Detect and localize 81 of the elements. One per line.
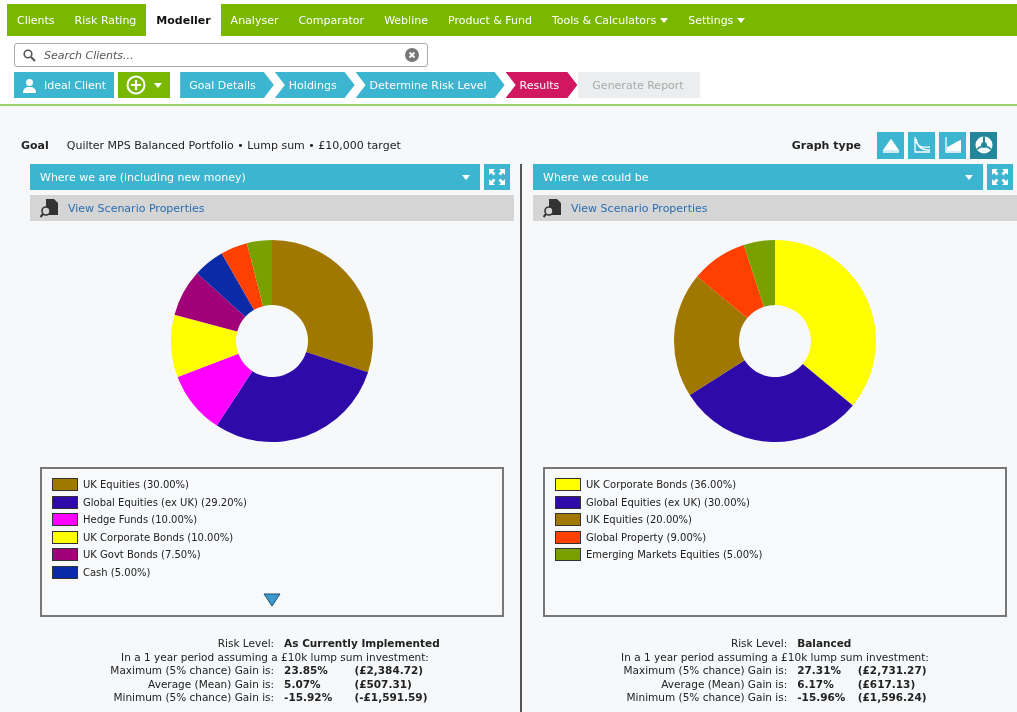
scenario-dropdown[interactable]: Where we are (including new money) [30, 164, 480, 190]
nav-tab[interactable]: Settings [678, 4, 756, 36]
legend-label: Cash (5.00%) [83, 566, 151, 578]
graph-type-button[interactable] [939, 131, 966, 159]
stat-amount: (£2,384.72) [354, 664, 425, 678]
period-text: In a 1 year period assuming a £10k lump sum investment: [120, 650, 430, 664]
stat-percent: -15.92% [284, 691, 334, 705]
legend-label: Global Equities (ex UK) (30.00%) [586, 496, 750, 508]
risk-level-value: Balanced [797, 637, 853, 651]
risk-level-label: Risk Level: [216, 637, 275, 651]
nav-tab[interactable]: Comparator [288, 4, 375, 36]
caret-icon [965, 174, 973, 180]
area-chart-icon [943, 136, 962, 154]
expand-button[interactable] [987, 164, 1013, 190]
scenario-properties-link[interactable]: View Scenario Properties [68, 201, 205, 215]
stat-label: Minimum (5% chance) Gain is: [112, 691, 275, 705]
stat-percent: -15.96% [797, 691, 847, 705]
stat-label: Average (Mean) Gain is: [147, 677, 275, 691]
stat-percent: 27.31% [797, 664, 842, 678]
search-input[interactable]: Search Clients... [42, 47, 399, 63]
nav-tab[interactable]: Product & Fund [437, 4, 542, 36]
stat-label: Minimum (5% chance) Gain is: [625, 691, 788, 705]
stat-label: Maximum (5% chance) Gain is: [622, 664, 788, 678]
stat-amount: (£507.31) [354, 677, 413, 691]
legend-label: Emerging Markets Equities (5.00%) [586, 549, 763, 561]
legend-label: UK Equities (30.00%) [83, 479, 189, 491]
plus-circle-icon [126, 75, 147, 95]
legend-label: UK Govt Bonds (7.50%) [83, 549, 201, 561]
nav-tab[interactable]: Modeller [146, 4, 221, 36]
step-tab[interactable]: Holdings [274, 72, 355, 98]
curves-chart-icon [912, 136, 931, 154]
scenario-properties-link[interactable]: View Scenario Properties [571, 201, 708, 215]
add-button[interactable] [118, 72, 171, 98]
stat-label: Maximum (5% chance) Gain is: [110, 664, 275, 678]
stat-label: Average (Mean) Gain is: [660, 677, 788, 691]
graph-type-button[interactable] [877, 131, 904, 159]
legend-label: UK Corporate Bonds (10.00%) [83, 531, 234, 543]
stat-percent: 6.17% [797, 677, 835, 691]
legend-label: Global Property (9.00%) [586, 531, 707, 543]
caret-icon [660, 17, 669, 23]
nav-tab[interactable]: Analyser [220, 4, 289, 36]
step-tab[interactable]: Determine Risk Level [355, 72, 505, 98]
legend-label: UK Corporate Bonds (36.00%) [586, 479, 737, 491]
graph-type-button[interactable] [908, 131, 935, 159]
stat-percent: 23.85% [284, 664, 329, 678]
nav-tab[interactable]: Webline [374, 4, 438, 36]
caret-icon [154, 82, 163, 88]
stat-amount: (£617.13) [857, 677, 917, 691]
goal-label: Goal [21, 138, 49, 152]
scroll-down-icon[interactable] [263, 593, 281, 607]
caret-icon [462, 174, 470, 180]
legend-label: UK Equities (20.00%) [586, 514, 692, 526]
clear-icon[interactable] [405, 48, 419, 62]
stat-amount: (£2,731.27) [857, 664, 928, 678]
step-tab[interactable]: Results [505, 72, 578, 98]
scenario-dropdown[interactable]: Where we could be [533, 164, 983, 190]
goal-value: Quilter MPS Balanced Portfolio • Lump sum • £10,000 target [66, 138, 401, 152]
person-icon [22, 77, 37, 93]
step-tab[interactable]: Goal Details [180, 72, 274, 98]
graph-type-button[interactable] [970, 131, 997, 159]
legend-label: Hedge Funds (10.00%) [83, 514, 198, 526]
legend-label: Global Equities (ex UK) (29.20%) [83, 496, 247, 508]
risk-level-label: Risk Level: [729, 637, 788, 651]
graph-type-label: Graph type [791, 138, 861, 152]
caret-icon [737, 17, 746, 23]
stat-percent: 5.07% [284, 677, 322, 691]
stat-amount: (£1,596.24) [857, 691, 928, 705]
nav-tab[interactable]: Tools & Calculators [541, 4, 679, 36]
pie-chart-icon [973, 135, 994, 155]
search-icon [23, 48, 36, 62]
search-field[interactable]: Search Clients... [14, 43, 428, 67]
mountain-chart-icon [881, 136, 900, 154]
client-button[interactable]: Ideal Client [14, 72, 115, 98]
risk-level-value: As Currently Implemented [284, 637, 440, 651]
stat-amount: (-£1,591.59) [354, 691, 429, 705]
expand-icon [991, 168, 1009, 186]
expand-button[interactable] [484, 164, 510, 190]
expand-icon [488, 168, 506, 186]
period-text: In a 1 year period assuming a £10k lump sum investment: [621, 650, 929, 664]
nav-tab[interactable]: Clients [7, 4, 65, 36]
nav-tab[interactable]: Risk Rating [64, 4, 147, 36]
